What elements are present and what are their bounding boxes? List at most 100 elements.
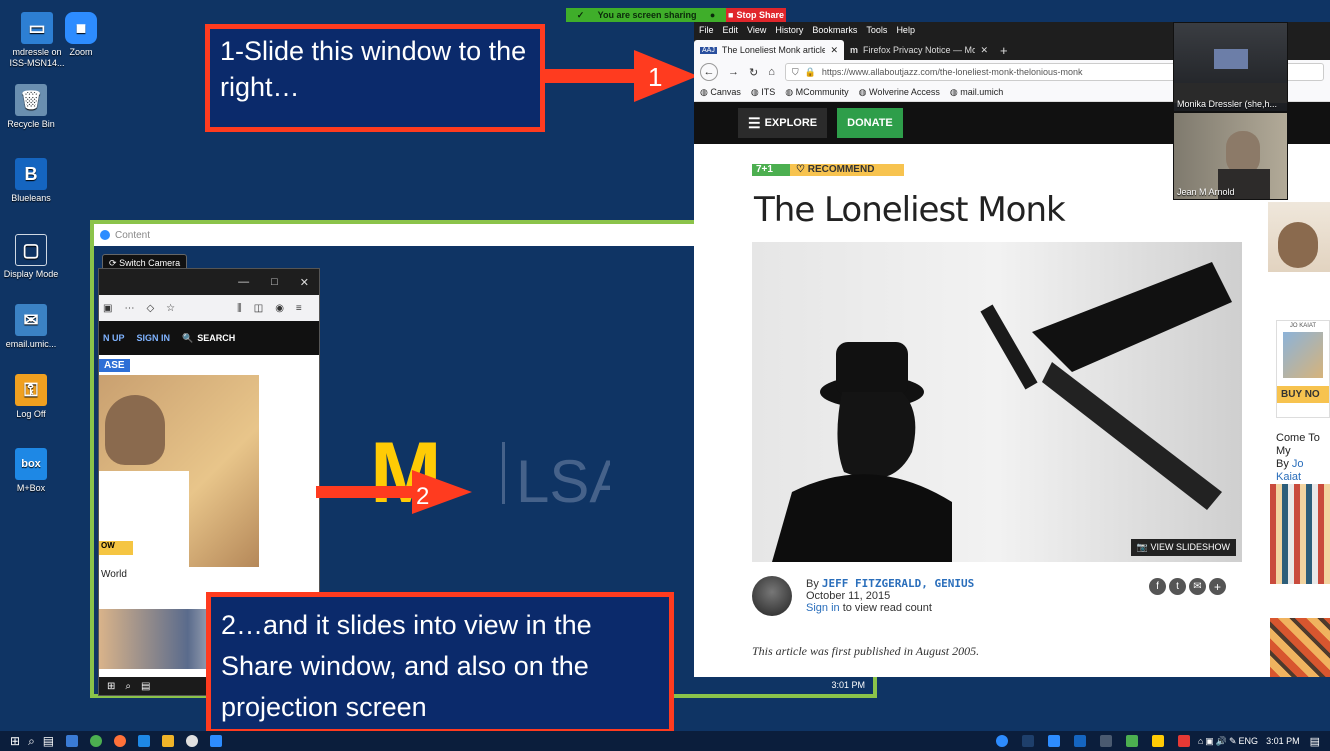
firefox-icon[interactable] [114, 735, 127, 747]
computer-icon: ▭ [21, 12, 53, 44]
library-icon[interactable]: ⫼ [237, 303, 242, 314]
mini-ow: OW [99, 541, 133, 555]
search-icon[interactable]: 🔍 [182, 333, 193, 344]
tray-app-icon[interactable] [1021, 735, 1034, 747]
forward-icon[interactable]: → [728, 66, 739, 78]
sidebar-book-ad[interactable]: JO KAIAT BUY NO [1276, 320, 1330, 418]
tray-app-icon-5[interactable] [1177, 735, 1190, 747]
switch-camera-label: Switch Camera [119, 258, 181, 268]
home-icon[interactable]: ⌂ [768, 66, 775, 78]
sidebar-book-title[interactable]: Come To My [1276, 432, 1330, 458]
tray-app-icon-4[interactable] [1125, 735, 1138, 747]
bookmark-mail-umich[interactable]: ◍ mail.umich [950, 87, 1003, 98]
usb-icon[interactable]: ⌂ [1198, 736, 1203, 746]
mini-toolbar: ▣ ⋯ ◇ ☆ ⫼ ◫ ◉ ≡ [99, 295, 319, 321]
bluejeans-tray-icon[interactable] [1073, 735, 1086, 747]
mini-search-link[interactable]: SEARCH [197, 333, 235, 343]
mini-signup-link[interactable]: N UP [103, 333, 125, 343]
video-tile-jean[interactable]: Jean M Arnold [1173, 112, 1288, 200]
tab-privacy-notice[interactable]: m Firefox Privacy Notice — Mozil ✕ [844, 40, 994, 60]
reader-icon[interactable]: ▣ [103, 303, 112, 314]
zoom-taskbar-icon[interactable] [186, 735, 199, 747]
menu-icon[interactable]: ≡ [296, 303, 302, 314]
menu-history[interactable]: History [775, 25, 803, 35]
new-tab-button[interactable]: + [994, 40, 1014, 60]
tray-app-icon-2[interactable] [1047, 735, 1060, 747]
reload-icon[interactable]: ↻ [749, 66, 758, 79]
chrome-icon[interactable] [90, 735, 103, 747]
sidebar-photo-face [1278, 222, 1318, 268]
close-tab-icon[interactable]: ✕ [830, 45, 838, 56]
search-icon[interactable]: ⌕ [28, 734, 35, 749]
twitter-icon[interactable]: t [1169, 578, 1186, 595]
more-icon[interactable]: ⋯ [124, 303, 134, 314]
author-link[interactable]: JEFF FITZGERALD, GENIUS [822, 577, 974, 590]
menu-file[interactable]: File [699, 25, 714, 35]
desktop-icon-box[interactable]: box M+Box [0, 448, 62, 494]
pen-icon[interactable]: ✎ [1229, 736, 1237, 747]
account-icon[interactable]: ◉ [275, 303, 284, 314]
tray-app-icon-3[interactable] [1099, 735, 1112, 747]
recommend-button[interactable]: ♡ RECOMMEND [790, 164, 904, 176]
zoom-tray-icon[interactable] [995, 735, 1008, 747]
stop-share-button[interactable]: ■ Stop Share [726, 8, 786, 22]
minimize-icon[interactable]: — [238, 276, 249, 288]
desktop-icon-display-mode[interactable]: ▢ Display Mode [0, 234, 62, 280]
tab-title: Firefox Privacy Notice — Mozil [863, 45, 976, 55]
email-share-icon[interactable]: ✉ [1189, 578, 1206, 595]
volume-icon[interactable]: 🔊 [1216, 736, 1227, 747]
desktop-icon-bluejeans[interactable]: B Blueleans [0, 158, 62, 204]
file-explorer-icon[interactable] [66, 735, 79, 747]
view-slideshow-button[interactable]: 📷 VIEW SLIDESHOW [1130, 539, 1236, 556]
desktop-icon-label: Blueleans [11, 193, 51, 203]
desktop-icon-email[interactable]: ✉ email.umic... [0, 304, 62, 350]
buy-now-button[interactable]: BUY NO [1277, 386, 1329, 403]
close-icon[interactable]: ✕ [300, 276, 309, 289]
sign-in-link[interactable]: Sign in [806, 602, 840, 614]
bookmark-wolverine-access[interactable]: ◍ Wolverine Access [859, 87, 940, 98]
desktop-icon-recycle-bin[interactable]: 🗑 Recycle Bin [0, 84, 62, 130]
sidebar-shirts-ad[interactable] [1270, 484, 1330, 584]
windows-start-icon[interactable]: ⊞ [10, 734, 20, 748]
desktop-icon-log-off[interactable]: ⚿ Log Off [0, 374, 62, 420]
video-tile-monika[interactable]: Monika Dressler (she,h... [1173, 22, 1288, 112]
clock[interactable]: 3:01 PM [1266, 736, 1300, 746]
pocket-icon[interactable]: ◇ [146, 303, 154, 314]
donate-button[interactable]: DONATE [837, 108, 903, 138]
mini-article-image [99, 375, 259, 567]
bookmark-mcommunity[interactable]: ◍ MCommunity [785, 87, 848, 98]
menu-edit[interactable]: Edit [723, 25, 739, 35]
notifications-icon[interactable]: ▤ [1310, 735, 1320, 748]
umich-tray-icon[interactable] [1151, 735, 1164, 747]
stop-share-label: Stop Share [736, 10, 784, 20]
back-icon[interactable]: ← [700, 63, 718, 81]
close-tab-icon[interactable]: ✕ [980, 45, 988, 56]
desktop-icon-zoom[interactable]: ■ Zoom [56, 12, 106, 58]
author-avatar[interactable] [752, 576, 792, 616]
network-icon[interactable]: ▣ [1205, 736, 1214, 747]
bookmark-its[interactable]: ◍ ITS [751, 87, 775, 98]
maximize-icon[interactable]: □ [271, 276, 278, 288]
sticky-notes-icon[interactable] [162, 735, 175, 747]
more-share-icon[interactable]: + [1209, 578, 1226, 595]
sidebar-shirts-ad-2[interactable] [1270, 618, 1330, 677]
sidebar-icon[interactable]: ◫ [254, 303, 263, 314]
tab-loneliest-monk[interactable]: AAJ The Loneliest Monk article @ A ✕ [694, 40, 844, 60]
ie-icon[interactable] [138, 735, 151, 747]
share-buttons: f t ✉ + [1149, 578, 1226, 595]
menu-bookmarks[interactable]: Bookmarks [812, 25, 857, 35]
menu-tools[interactable]: Tools [866, 25, 887, 35]
bookmark-label: Canvas [710, 87, 741, 97]
menu-view[interactable]: View [747, 25, 766, 35]
task-view-icon[interactable]: ▤ [43, 734, 54, 748]
explore-button[interactable]: ☰ EXPLORE [738, 108, 828, 138]
mini-signin-link[interactable]: SIGN IN [137, 333, 171, 343]
menu-help[interactable]: Help [896, 25, 915, 35]
bookmark-label: MCommunity [795, 87, 849, 97]
bookmark-canvas[interactable]: ◍ Canvas [700, 87, 741, 98]
bluejeans-taskbar-icon[interactable] [210, 735, 223, 747]
language-indicator[interactable]: ENG [1239, 736, 1259, 746]
photo-silhouette [772, 262, 1232, 562]
facebook-icon[interactable]: f [1149, 578, 1166, 595]
star-icon[interactable]: ☆ [166, 303, 175, 314]
